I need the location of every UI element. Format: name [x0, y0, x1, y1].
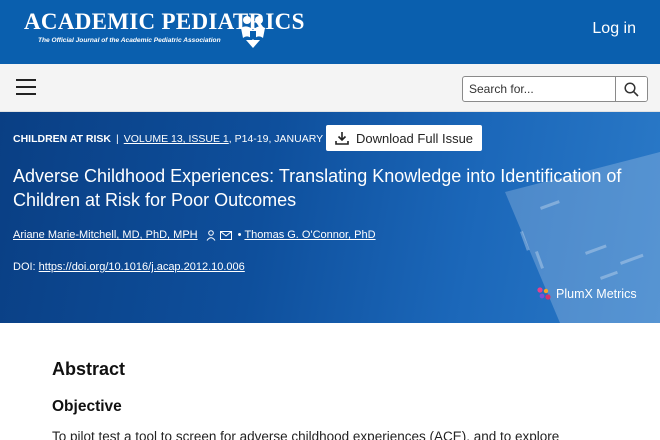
- email-icon[interactable]: [219, 230, 232, 240]
- hamburger-menu-icon[interactable]: [16, 79, 36, 97]
- article-title: Adverse Childhood Experiences: Translati…: [13, 166, 622, 210]
- download-icon: [335, 132, 349, 145]
- abstract-heading: Abstract: [52, 359, 126, 379]
- article-meta: CHILDREN AT RISK | VOLUME 13, ISSUE 1, P14…: [13, 133, 349, 145]
- search-icon: [624, 81, 639, 97]
- download-label: Download Full Issue: [355, 130, 474, 146]
- login-link[interactable]: Log in: [592, 20, 636, 38]
- objective-heading: Objective: [52, 398, 122, 415]
- download-full-issue-button[interactable]: Download Full Issue: [326, 125, 482, 151]
- apa-emblem-icon: [241, 16, 265, 48]
- doi-line: DOI: https://doi.org/10.1016/j.acap.2012…: [13, 261, 245, 273]
- author-link[interactable]: Ariane Marie-Mitchell, MD, PhD, MPH: [13, 229, 198, 241]
- article-section: CHILDREN AT RISK: [13, 133, 111, 145]
- plumx-icon: [537, 287, 551, 300]
- article-hero: CHILDREN AT RISK | VOLUME 13, ISSUE 1, P14…: [0, 112, 660, 323]
- search-button[interactable]: [615, 77, 647, 101]
- plumx-metrics-link[interactable]: PlumX Metrics: [536, 286, 637, 302]
- issue-link[interactable]: VOLUME 13, ISSUE 1: [124, 133, 229, 145]
- person-icon[interactable]: [206, 229, 216, 241]
- author-list: Ariane Marie-Mitchell, MD, PhD, MPH • Th…: [13, 229, 376, 241]
- meta-separator: |: [116, 133, 119, 145]
- author-icons: [206, 229, 236, 241]
- site-header: Academic Pediatrics The Official Journal…: [0, 0, 660, 64]
- author-link[interactable]: Thomas G. O'Connor, PhD: [244, 229, 375, 241]
- search-input[interactable]: [463, 77, 615, 101]
- doi-label: DOI:: [13, 261, 39, 273]
- search-toolbar: [0, 64, 660, 112]
- plumx-label: PlumX Metrics: [556, 287, 637, 301]
- doi-link[interactable]: https://doi.org/10.1016/j.acap.2012.10.0…: [39, 261, 245, 273]
- search-box: [462, 76, 648, 102]
- abstract-text: To pilot test a tool to screen for adver…: [52, 429, 560, 440]
- author-separator: •: [237, 229, 242, 241]
